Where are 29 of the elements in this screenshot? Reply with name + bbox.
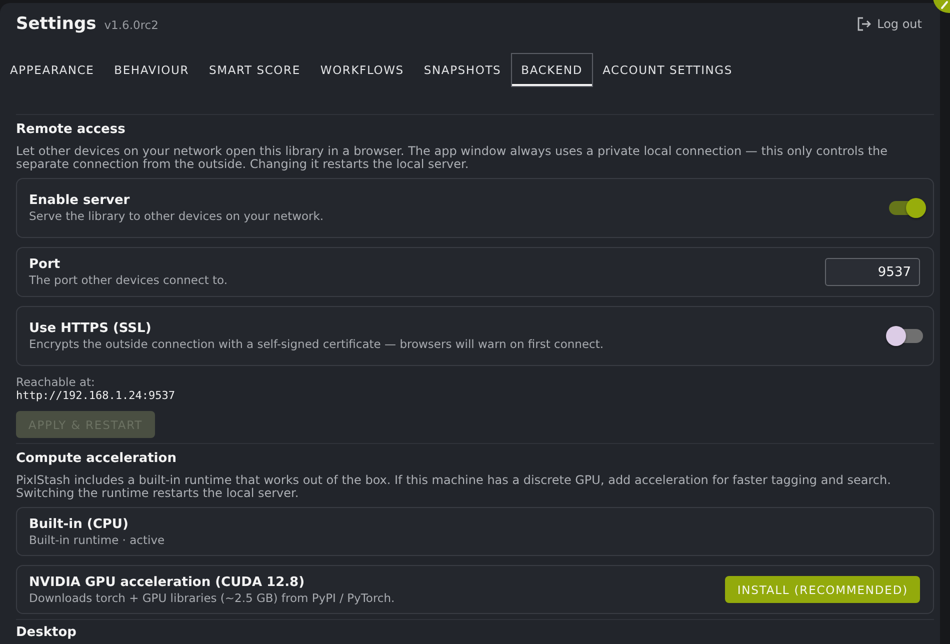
settings-title: Settings [16,13,96,36]
setting-title: Enable server [29,193,131,209]
setting-hint: Encrypts the outside connection with a self-signed certificate — browsers will warn on first connect. [29,337,604,351]
settings-tab[interactable]: APPEARANCE [0,53,104,87]
section-heading: Remote access [16,121,126,139]
section-heading: Compute acceleration [16,450,178,468]
settings-tab[interactable]: SNAPSHOTS [414,53,512,87]
server-address: http://192.168.1.24:9537 [16,389,176,402]
section-description: PixlStash includes a built-in runtime that works out of the box. If this machine has a discrete GPU, add acceleration for faster tagging and search. Switching the runtime restarts the local server. [16,474,892,499]
port-input[interactable]: 9537 [825,258,920,286]
section-heading: Desktop [16,626,78,640]
setting-hint: Built-in runtime · active [29,532,165,546]
setting-title: Built-in (CPU) [29,516,130,532]
logout-icon [857,17,872,31]
settings-tab[interactable]: WORKFLOWS [310,53,414,87]
settings-tab[interactable]: BACKEND [511,53,593,87]
address-label: Reachable at: [16,375,96,389]
logout-button[interactable]: Log out [857,15,922,33]
setting-title: NVIDIA GPU acceleration (CUDA 12.8) [29,574,306,590]
settings-tab[interactable]: ACCOUNT SETTINGS [592,53,742,87]
version-label: v1.6.0rc2 [104,18,158,32]
section-description: Let other devices on your network open this library in a browser. The app window always uses a private local connection — this only controls the separate connection from the outside. Changing it restarts the local server. [16,145,889,170]
setting-title: Use HTTPS (SSL) [29,321,152,337]
setting-hint: The port other devices connect to. [29,273,228,287]
setting-title: Port [29,257,62,273]
settings-tab[interactable]: SMART SCORE [199,53,310,87]
setting-hint: Downloads torch + GPU libraries (~2.5 GB) from PyPI / PyTorch. [29,590,395,604]
settings-tab[interactable]: BEHAVIOUR [104,53,200,87]
setting-hint: Serve the library to other devices on your network. [29,209,324,223]
